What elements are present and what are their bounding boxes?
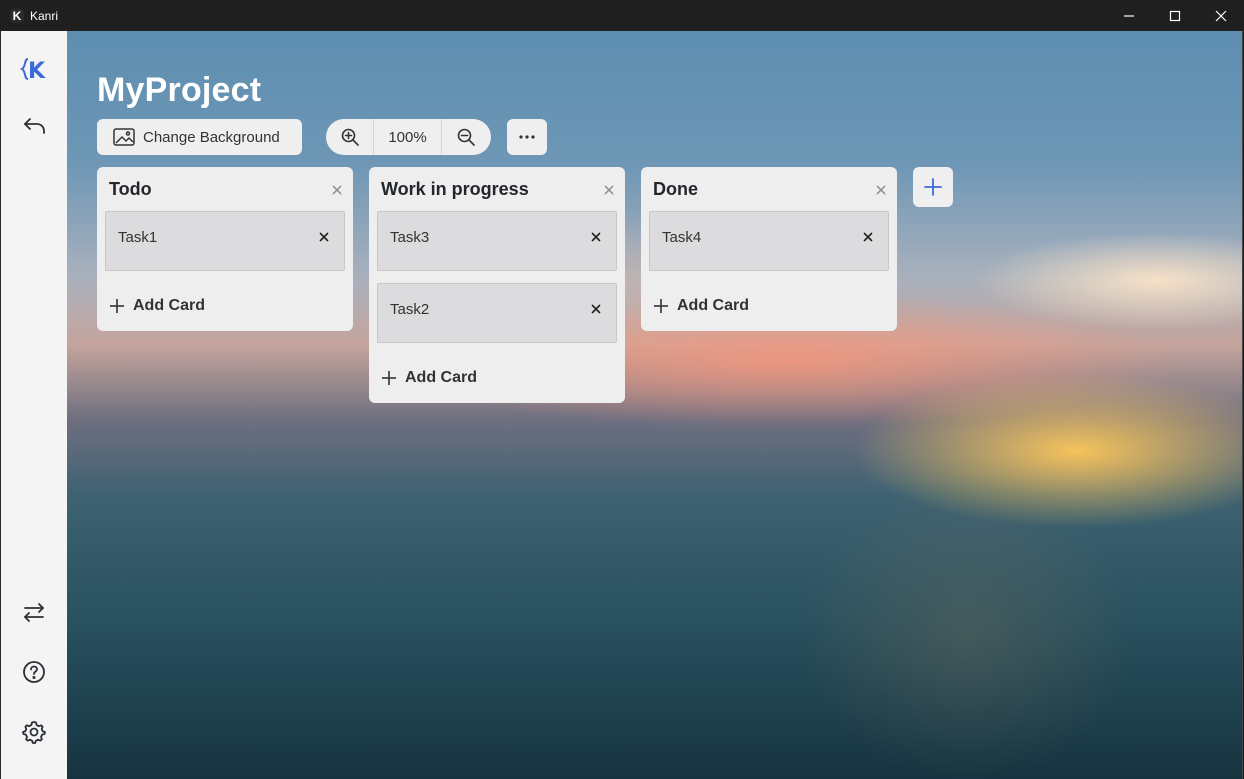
help-icon [23, 661, 45, 683]
delete-column-button[interactable] [875, 183, 887, 195]
back-button[interactable] [14, 106, 54, 146]
delete-column-button[interactable] [603, 183, 615, 195]
maximize-button[interactable] [1152, 0, 1198, 31]
board-area: MyProject Change Background 100% Todo Ta… [67, 31, 1243, 779]
zoom-in-icon [341, 128, 359, 146]
window-controls [1106, 0, 1244, 31]
plus-icon [654, 299, 668, 313]
zoom-in-button[interactable] [326, 119, 374, 155]
zoom-level[interactable]: 100% [374, 119, 442, 155]
delete-card-button[interactable] [318, 230, 330, 242]
close-icon [591, 304, 601, 314]
help-button[interactable] [14, 652, 54, 692]
card[interactable]: Task3 [377, 211, 617, 271]
board-title[interactable]: MyProject [97, 71, 261, 110]
card-title: Task2 [390, 301, 430, 318]
swap-arrows-icon [24, 603, 44, 622]
column-done[interactable]: Done Task4 Add Card [641, 167, 897, 331]
add-card-label: Add Card [677, 297, 749, 314]
plus-icon [382, 371, 396, 385]
delete-card-button[interactable] [590, 230, 602, 242]
delete-card-button[interactable] [862, 230, 874, 242]
close-window-button[interactable] [1198, 0, 1244, 31]
more-options-button[interactable] [507, 119, 547, 155]
zoom-controls: 100% [326, 119, 491, 155]
card-title: Task3 [390, 229, 430, 246]
add-card-button[interactable]: Add Card [109, 297, 205, 315]
column-title[interactable]: Done [653, 179, 698, 200]
zoom-out-icon [457, 128, 475, 146]
close-icon [591, 232, 601, 242]
kanri-logo-icon: K [19, 58, 46, 84]
column-title[interactable]: Work in progress [381, 179, 529, 200]
zoom-out-button[interactable] [442, 119, 490, 155]
image-icon [113, 128, 135, 146]
card[interactable]: Task2 [377, 283, 617, 343]
undo-arrow-icon [24, 118, 45, 134]
more-dots-icon [519, 135, 535, 139]
kanri-logo[interactable]: K [14, 49, 54, 89]
close-icon [1215, 10, 1227, 21]
delete-card-button[interactable] [590, 302, 602, 314]
change-background-label: Change Background [143, 128, 280, 146]
title-bar: K Kanri [0, 0, 1244, 31]
plus-icon [110, 299, 124, 313]
card[interactable]: Task4 [649, 211, 889, 271]
card[interactable]: Task1 [105, 211, 345, 271]
plus-icon [924, 178, 942, 196]
minimize-button[interactable] [1106, 0, 1152, 31]
maximize-icon [1169, 10, 1181, 21]
minimize-icon [1124, 14, 1134, 17]
app-icon: K [10, 8, 24, 23]
card-title: Task4 [662, 229, 702, 246]
settings-button[interactable] [14, 712, 54, 752]
column-todo[interactable]: Todo Task1 Add Card [97, 167, 353, 331]
close-icon [863, 232, 873, 242]
close-icon [604, 185, 614, 195]
add-card-button[interactable]: Add Card [653, 297, 749, 315]
add-card-label: Add Card [133, 297, 205, 314]
gear-icon [22, 721, 46, 744]
sidebar: K [0, 31, 67, 779]
add-column-button[interactable] [913, 167, 953, 207]
column-title[interactable]: Todo [109, 179, 152, 200]
change-background-button[interactable]: Change Background [97, 119, 302, 155]
delete-column-button[interactable] [331, 183, 343, 195]
logo-letter: K [28, 59, 46, 84]
column-work-in-progress[interactable]: Work in progress Task3 Task2 Add Card [369, 167, 625, 403]
close-icon [319, 232, 329, 242]
window-title: Kanri [30, 8, 59, 23]
card-title: Task1 [118, 229, 158, 246]
close-icon [332, 185, 342, 195]
close-icon [876, 185, 886, 195]
switch-board-button[interactable] [14, 592, 54, 632]
add-card-button[interactable]: Add Card [381, 369, 477, 387]
add-card-label: Add Card [405, 369, 477, 386]
